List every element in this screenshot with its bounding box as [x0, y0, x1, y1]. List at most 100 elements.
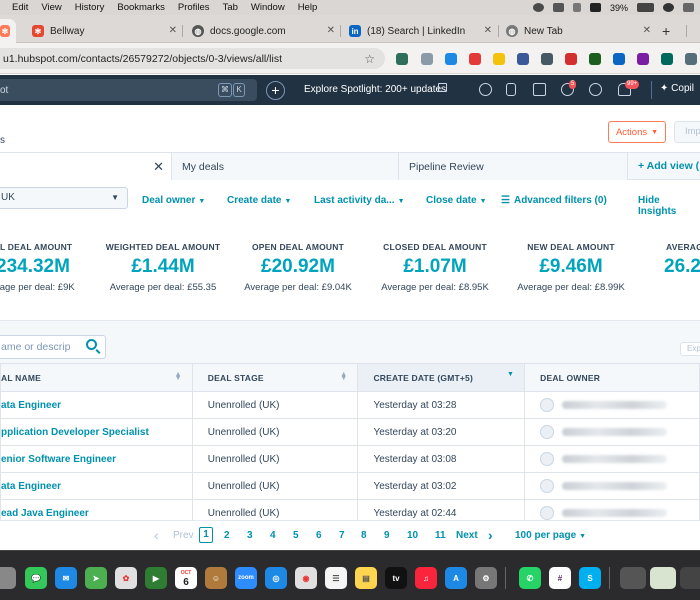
zoom-app-icon[interactable]: zoom — [235, 567, 257, 589]
messages-icon[interactable]: 💬 — [25, 567, 47, 589]
column-header-deal-owner[interactable]: DEAL OWNER — [524, 363, 700, 392]
column-header-deal-name[interactable]: AL NAME ▲ ▼ — [0, 363, 193, 392]
page-11[interactable]: 11 — [435, 530, 446, 541]
menu-tab[interactable]: Tab — [223, 2, 238, 13]
prev-page-button[interactable]: Prev — [173, 530, 194, 541]
column-header-deal-stage[interactable]: DEAL STAGE ▲ ▼ — [191, 363, 359, 392]
font-tray-icon[interactable] — [589, 3, 601, 12]
search-icon[interactable] — [86, 339, 97, 350]
close-tab-icon[interactable]: ✕ — [327, 25, 335, 36]
filter-create-date[interactable]: Create date ▼ — [227, 195, 291, 206]
new-tab-plus-icon[interactable]: + — [662, 23, 670, 39]
pipeline-select[interactable]: UK ▼ — [0, 187, 128, 209]
page-10[interactable]: 10 — [407, 530, 418, 541]
column-header-create-date[interactable]: CREATE DATE (GMT+5) ▼ — [357, 363, 526, 392]
mail-icon[interactable]: ✉ — [55, 567, 77, 589]
marketplace-icon[interactable] — [533, 83, 546, 96]
page-3[interactable]: 3 — [247, 530, 253, 541]
deal-name-link[interactable]: ata Engineer — [0, 472, 193, 500]
upgrade-icon[interactable] — [479, 83, 492, 96]
apple-tv-icon[interactable]: tv — [385, 567, 407, 589]
app-tray-icon[interactable] — [552, 3, 564, 12]
menu-profiles[interactable]: Profiles — [178, 2, 210, 13]
actions-button[interactable]: Actions ▼ — [608, 121, 666, 143]
zoom-tray-icon[interactable] — [532, 3, 544, 12]
contacts-icon[interactable]: ☺ — [205, 567, 227, 589]
close-view-icon[interactable]: ✕ — [153, 159, 164, 175]
page-2[interactable]: 2 — [224, 530, 230, 541]
url-field[interactable]: u1.hubspot.com/contacts/26579272/objects… — [0, 48, 385, 69]
spotlight-link[interactable]: Explore Spotlight: 200+ updates — [304, 84, 446, 95]
system-settings-icon[interactable]: ⚙ — [475, 567, 497, 589]
extension-icon[interactable] — [565, 53, 577, 65]
music-icon[interactable]: ♫ — [415, 567, 437, 589]
tab-linkedin[interactable]: in (18) Search | LinkedIn ✕ — [341, 19, 499, 43]
search-input[interactable]: ame or descrip — [0, 335, 106, 359]
filter-close-date[interactable]: Close date ▼ — [426, 195, 487, 206]
safari-icon[interactable]: ◎ — [265, 567, 287, 589]
pen-tray-icon[interactable] — [572, 3, 581, 12]
page-1[interactable]: 1 — [199, 527, 213, 543]
menu-history[interactable]: History — [75, 2, 105, 13]
deal-name-link[interactable]: ata Engineer — [0, 391, 193, 419]
hide-insights-button[interactable]: Hide Insights — [638, 195, 700, 217]
add-view-button[interactable]: + Add view ( — [638, 160, 699, 172]
slack-icon[interactable]: # — [549, 567, 571, 589]
menu-edit[interactable]: Edit — [12, 2, 28, 13]
settings-gear-icon[interactable] — [589, 83, 602, 96]
chevron-right-icon[interactable]: › — [488, 527, 493, 543]
deal-name-link[interactable]: pplication Developer Specialist — [0, 418, 193, 446]
next-page-button[interactable]: Next — [456, 530, 478, 541]
skype-icon[interactable]: S — [579, 567, 601, 589]
view-tab-my-deals[interactable]: My deals — [172, 153, 399, 180]
page-5[interactable]: 5 — [293, 530, 299, 541]
app-store-icon[interactable]: A — [445, 567, 467, 589]
tab-hubspot[interactable]: ✻ — [0, 19, 16, 43]
extension-icon[interactable] — [445, 53, 457, 65]
chrome-icon[interactable]: ◉ — [295, 567, 317, 589]
view-tab-pipeline-review[interactable]: Pipeline Review — [399, 153, 628, 180]
tab-bellway[interactable]: ✻ Bellway ✕ — [24, 19, 184, 43]
page-7[interactable]: 7 — [339, 530, 345, 541]
hubspot-search-bar[interactable]: ot ⌘ K — [0, 79, 257, 101]
deal-name-link[interactable]: enior Software Engineer — [0, 445, 193, 473]
minimized-window-icon[interactable] — [620, 567, 646, 589]
filter-last-activity[interactable]: Last activity da... ▼ — [314, 195, 405, 206]
extension-icon[interactable] — [589, 53, 601, 65]
per-page-select[interactable]: 100 per page ▼ — [515, 530, 586, 541]
wifi-icon[interactable] — [663, 3, 674, 12]
chevron-left-icon[interactable]: ‹ — [154, 527, 159, 543]
advanced-filters-button[interactable]: ☰ Advanced filters (0) — [501, 195, 607, 206]
calling-icon[interactable] — [506, 83, 516, 96]
extension-icon[interactable] — [421, 53, 433, 65]
menu-window[interactable]: Window — [251, 2, 285, 13]
extension-icon[interactable] — [541, 53, 553, 65]
extension-icon[interactable] — [637, 53, 649, 65]
extension-icon[interactable] — [396, 53, 408, 65]
sort-icon[interactable]: ▲ ▼ — [175, 371, 182, 382]
minimized-window-icon[interactable] — [680, 567, 700, 589]
whatsapp-icon[interactable]: ✆ — [519, 567, 541, 589]
extension-icon[interactable] — [661, 53, 673, 65]
extension-icon[interactable] — [469, 53, 481, 65]
reminders-icon[interactable]: ☰ — [325, 567, 347, 589]
close-tab-icon[interactable]: ✕ — [169, 25, 177, 36]
menu-view[interactable]: View — [41, 2, 61, 13]
page-6[interactable]: 6 — [316, 530, 322, 541]
sort-icon[interactable]: ▲ ▼ — [340, 371, 347, 382]
extension-icon[interactable] — [685, 53, 697, 65]
copilot-button[interactable]: ✦ Copil — [660, 83, 694, 94]
notes-icon[interactable]: ▤ — [355, 567, 377, 589]
control-center-icon[interactable] — [683, 3, 694, 12]
menu-help[interactable]: Help — [298, 2, 318, 13]
facetime-icon[interactable]: ▶ — [145, 567, 167, 589]
filter-deal-owner[interactable]: Deal owner ▼ — [142, 195, 205, 206]
extension-icon[interactable] — [493, 53, 505, 65]
page-4[interactable]: 4 — [270, 530, 276, 541]
create-plus-button[interactable]: + — [266, 81, 285, 100]
extension-icon[interactable] — [517, 53, 529, 65]
import-button[interactable]: Imp — [674, 121, 700, 143]
launchpad-icon[interactable] — [0, 567, 16, 589]
page-8[interactable]: 8 — [361, 530, 367, 541]
page-9[interactable]: 9 — [384, 530, 390, 541]
